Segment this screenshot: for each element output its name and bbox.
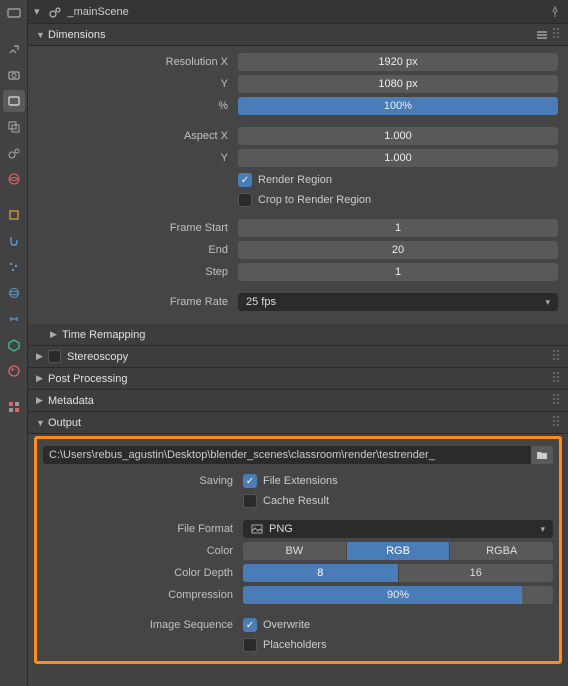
disclosure-down-icon: ▼ (36, 418, 48, 428)
tool-tab-icon[interactable] (3, 38, 25, 60)
image-icon (251, 523, 263, 535)
drag-handle-icon[interactable]: ⠿ (551, 26, 560, 43)
field-resolution-percent[interactable]: 100% (238, 97, 558, 115)
disclosure-down-icon: ▼ (36, 30, 48, 40)
disclosure-right-icon: ▶ (50, 329, 62, 340)
field-compression[interactable]: 90% (243, 586, 553, 604)
properties-tab-rail (0, 0, 28, 686)
field-frame-start[interactable]: 1 (238, 219, 558, 237)
btngroup-color-depth: 8 16 (243, 564, 553, 582)
world-tab-icon[interactable] (3, 168, 25, 190)
label-color-depth: Color Depth (43, 567, 243, 579)
panel-dimensions-header[interactable]: ▼ Dimensions ⠿ (28, 24, 568, 46)
output-tab-icon[interactable] (3, 90, 25, 112)
panel-metadata-header[interactable]: ▶ Metadata ⠿ (28, 390, 568, 412)
label-frame-start: Frame Start (38, 222, 238, 234)
panel-title: Metadata (48, 395, 551, 407)
label-frame-end: End (38, 244, 238, 256)
select-file-format[interactable]: PNG▾ (243, 520, 553, 538)
top-bar: ▾ _mainScene (28, 0, 568, 24)
object-tab-icon[interactable] (3, 204, 25, 226)
label-aspect-x: Aspect X (38, 130, 238, 142)
btn-depth-16[interactable]: 16 (399, 564, 554, 582)
label-render-region: Render Region (258, 174, 332, 186)
input-output-path[interactable]: C:\Users\rebus_agustin\Desktop\blender_s… (43, 446, 531, 464)
drag-handle-icon[interactable]: ⠿ (551, 414, 560, 431)
panel-stereoscopy-header[interactable]: ▶ Stereoscopy ⠿ (28, 346, 568, 368)
drag-handle-icon[interactable]: ⠿ (551, 392, 560, 409)
disclosure-right-icon: ▶ (36, 351, 48, 362)
btn-depth-8[interactable]: 8 (243, 564, 398, 582)
label-resolution-y: Y (38, 78, 238, 90)
btn-color-rgb[interactable]: RGB (347, 542, 450, 560)
checkbox-render-region[interactable]: ✓ (238, 173, 252, 187)
checkbox-placeholders[interactable] (243, 638, 257, 652)
label-overwrite: Overwrite (263, 619, 310, 631)
label-placeholders: Placeholders (263, 639, 327, 651)
constraint-tab-icon[interactable] (3, 308, 25, 330)
checkbox-file-extensions[interactable]: ✓ (243, 474, 257, 488)
checkbox-cache-result[interactable] (243, 494, 257, 508)
checkbox-overwrite[interactable]: ✓ (243, 618, 257, 632)
panel-title: Post Processing (48, 373, 551, 385)
drag-handle-icon[interactable]: ⠿ (551, 370, 560, 387)
editor-dropdown-icon[interactable]: ▾ (34, 5, 40, 18)
panel-title: Time Remapping (62, 329, 560, 341)
disclosure-right-icon: ▶ (36, 373, 48, 384)
panel-post-processing-header[interactable]: ▶ Post Processing ⠿ (28, 368, 568, 390)
drag-handle-icon[interactable]: ⠿ (551, 348, 560, 365)
checkbox-stereoscopy-enable[interactable] (48, 350, 61, 363)
material-tab-icon[interactable] (3, 360, 25, 382)
btn-color-bw[interactable]: BW (243, 542, 346, 560)
label-percent: % (38, 100, 238, 112)
panel-output-header[interactable]: ▼ Output ⠿ (28, 412, 568, 434)
label-compression: Compression (43, 589, 243, 601)
label-frame-rate: Frame Rate (38, 296, 238, 308)
label-frame-step: Step (38, 266, 238, 278)
label-saving: Saving (43, 475, 243, 487)
disclosure-right-icon: ▶ (36, 395, 48, 406)
chevron-down-icon: ▾ (545, 297, 550, 308)
panel-dimensions-body: Resolution X1920 px Y1080 px %100% Aspec… (28, 46, 568, 324)
btngroup-color: BW RGB RGBA (243, 542, 553, 560)
label-crop-region: Crop to Render Region (258, 194, 371, 206)
viewlayer-tab-icon[interactable] (3, 116, 25, 138)
chevron-down-icon: ▾ (540, 524, 545, 535)
label-image-sequence: Image Sequence (43, 619, 243, 631)
field-resolution-y[interactable]: 1080 px (238, 75, 558, 93)
label-aspect-y: Y (38, 152, 238, 164)
panel-time-remapping-header[interactable]: ▶ Time Remapping (28, 324, 568, 346)
checkbox-crop-region[interactable] (238, 193, 252, 207)
scene-name[interactable]: _mainScene (68, 6, 548, 18)
label-color: Color (43, 545, 243, 557)
render-tab-icon[interactable] (3, 64, 25, 86)
editor-type-icon[interactable] (3, 2, 25, 24)
preset-menu-icon[interactable] (535, 28, 551, 42)
panel-title: Dimensions (48, 29, 531, 41)
label-file-extensions: File Extensions (263, 475, 338, 487)
label-cache-result: Cache Result (263, 495, 329, 507)
label-file-format: File Format (43, 523, 243, 535)
field-aspect-x[interactable]: 1.000 (238, 127, 558, 145)
output-panel-highlighted: C:\Users\rebus_agustin\Desktop\blender_s… (34, 436, 562, 664)
texture-tab-icon[interactable] (3, 396, 25, 418)
panel-title: Output (48, 417, 551, 429)
scene-icon (48, 5, 62, 19)
mesh-tab-icon[interactable] (3, 334, 25, 356)
field-frame-end[interactable]: 20 (238, 241, 558, 259)
modifier-tab-icon[interactable] (3, 230, 25, 252)
label-resolution-x: Resolution X (38, 56, 238, 68)
field-resolution-x[interactable]: 1920 px (238, 53, 558, 71)
field-frame-step[interactable]: 1 (238, 263, 558, 281)
browse-folder-button[interactable] (531, 446, 553, 464)
scene-tab-icon[interactable] (3, 142, 25, 164)
select-frame-rate[interactable]: 25 fps▾ (238, 293, 558, 311)
btn-color-rgba[interactable]: RGBA (450, 542, 553, 560)
pin-icon[interactable] (548, 5, 562, 19)
panel-title: Stereoscopy (67, 351, 551, 363)
particle-tab-icon[interactable] (3, 256, 25, 278)
field-aspect-y[interactable]: 1.000 (238, 149, 558, 167)
physics-tab-icon[interactable] (3, 282, 25, 304)
